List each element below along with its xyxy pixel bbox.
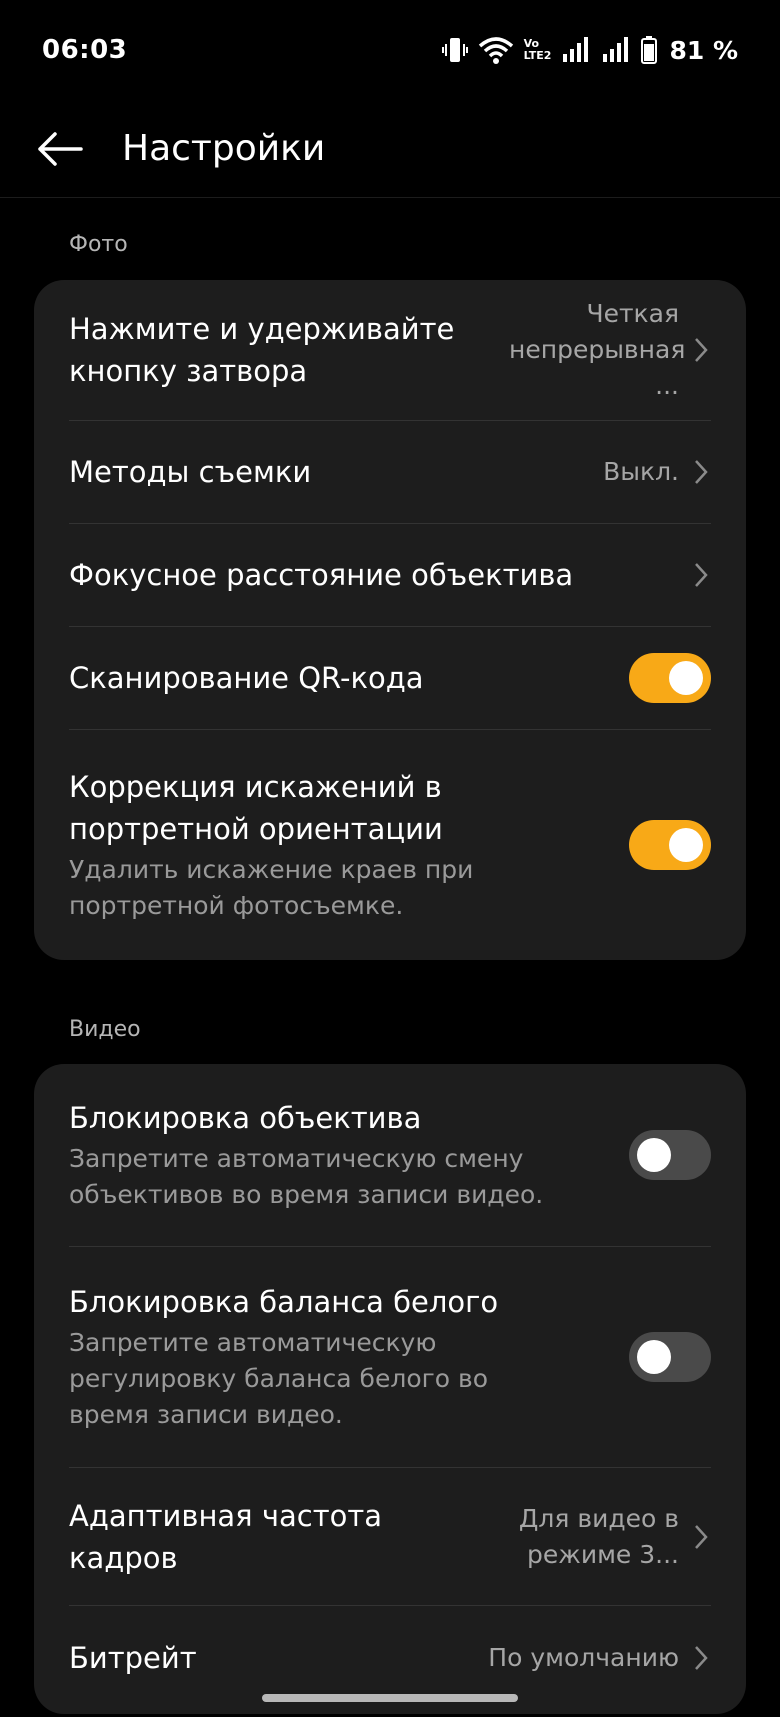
camera-settings-screen: 06:03 Vo LTE2 81 % Настройки Фото Нажмит… bbox=[0, 0, 780, 1717]
battery-icon bbox=[641, 36, 658, 64]
white-balance-lock-toggle[interactable] bbox=[629, 1332, 711, 1382]
setting-title: Адаптивная частота кадров bbox=[69, 1498, 382, 1575]
setting-row-qr-scan[interactable]: Сканирование QR-кода bbox=[69, 627, 711, 730]
setting-title: Коррекция искажений в портретной ориента… bbox=[69, 770, 443, 846]
chevron-right-icon bbox=[691, 559, 711, 591]
chevron-right-icon bbox=[691, 1521, 711, 1553]
chevron-right-icon bbox=[691, 456, 711, 488]
chevron-right-icon bbox=[691, 334, 711, 366]
wifi-icon bbox=[478, 36, 514, 64]
signal-icon-sim1 bbox=[561, 36, 591, 64]
setting-title: Фокусное расстояние объектива bbox=[69, 558, 574, 592]
page-title: Настройки bbox=[122, 128, 326, 169]
setting-row-lens-lock[interactable]: Блокировка объектива Запретите автоматич… bbox=[69, 1064, 711, 1247]
battery-percentage: 81 % bbox=[669, 35, 738, 65]
setting-subtitle: Запретите автоматическую смену объективо… bbox=[69, 1144, 544, 1209]
chevron-right-icon bbox=[691, 1642, 711, 1674]
section-label-video: Видео bbox=[69, 1017, 141, 1042]
setting-title: Блокировка объектива bbox=[69, 1101, 422, 1135]
home-indicator[interactable] bbox=[262, 1694, 518, 1702]
lens-lock-toggle[interactable] bbox=[629, 1130, 711, 1180]
setting-row-distortion-correction[interactable]: Коррекция искажений в портретной ориента… bbox=[69, 730, 711, 960]
setting-value: Выкл. bbox=[603, 457, 679, 486]
qr-scan-toggle[interactable] bbox=[629, 653, 711, 703]
status-time: 06:03 bbox=[42, 35, 128, 65]
setting-value: По умолчанию bbox=[488, 1642, 679, 1672]
setting-value: Для видео в режиме 3... bbox=[518, 1503, 679, 1569]
setting-row-shooting-methods[interactable]: Методы съемки Выкл. bbox=[69, 421, 711, 524]
setting-title: Нажмите и удерживайте кнопку затвора bbox=[69, 312, 455, 388]
setting-value: Четкая непрерывная ... bbox=[509, 299, 686, 400]
toggle-knob bbox=[669, 828, 703, 862]
video-settings-card: Блокировка объектива Запретите автоматич… bbox=[34, 1064, 746, 1714]
distortion-correction-toggle[interactable] bbox=[629, 820, 711, 870]
setting-title: Блокировка баланса белого bbox=[69, 1285, 499, 1319]
setting-subtitle: Удалить искажение краев при портретной ф… bbox=[69, 855, 474, 920]
setting-title: Методы съемки bbox=[69, 455, 312, 489]
toggle-knob bbox=[637, 1138, 671, 1172]
toggle-knob bbox=[669, 661, 703, 695]
vibrate-icon bbox=[441, 36, 468, 64]
app-header: Настройки bbox=[0, 100, 780, 198]
setting-row-adaptive-fps[interactable]: Адаптивная частота кадров Для видео в ре… bbox=[69, 1468, 711, 1606]
setting-row-focal-length[interactable]: Фокусное расстояние объектива bbox=[69, 524, 711, 627]
status-bar: 06:03 Vo LTE2 81 % bbox=[0, 0, 780, 100]
toggle-knob bbox=[637, 1340, 671, 1374]
status-icons: Vo LTE2 81 % bbox=[441, 35, 738, 65]
volte-indicator: Vo LTE2 bbox=[523, 37, 552, 62]
setting-row-white-balance-lock[interactable]: Блокировка баланса белого Запретите авто… bbox=[69, 1247, 711, 1468]
photo-settings-card: Нажмите и удерживайте кнопку затвора Чет… bbox=[34, 280, 746, 960]
signal-icon-sim2 bbox=[601, 36, 631, 64]
section-label-photo: Фото bbox=[69, 232, 128, 257]
setting-subtitle: Запретите автоматическую регулировку бал… bbox=[69, 1328, 489, 1429]
setting-row-shutter-hold[interactable]: Нажмите и удерживайте кнопку затвора Чет… bbox=[69, 280, 711, 421]
setting-title: Сканирование QR-кода bbox=[69, 661, 424, 695]
setting-title: Битрейт bbox=[69, 1640, 197, 1675]
arrow-left-icon[interactable] bbox=[36, 125, 84, 173]
